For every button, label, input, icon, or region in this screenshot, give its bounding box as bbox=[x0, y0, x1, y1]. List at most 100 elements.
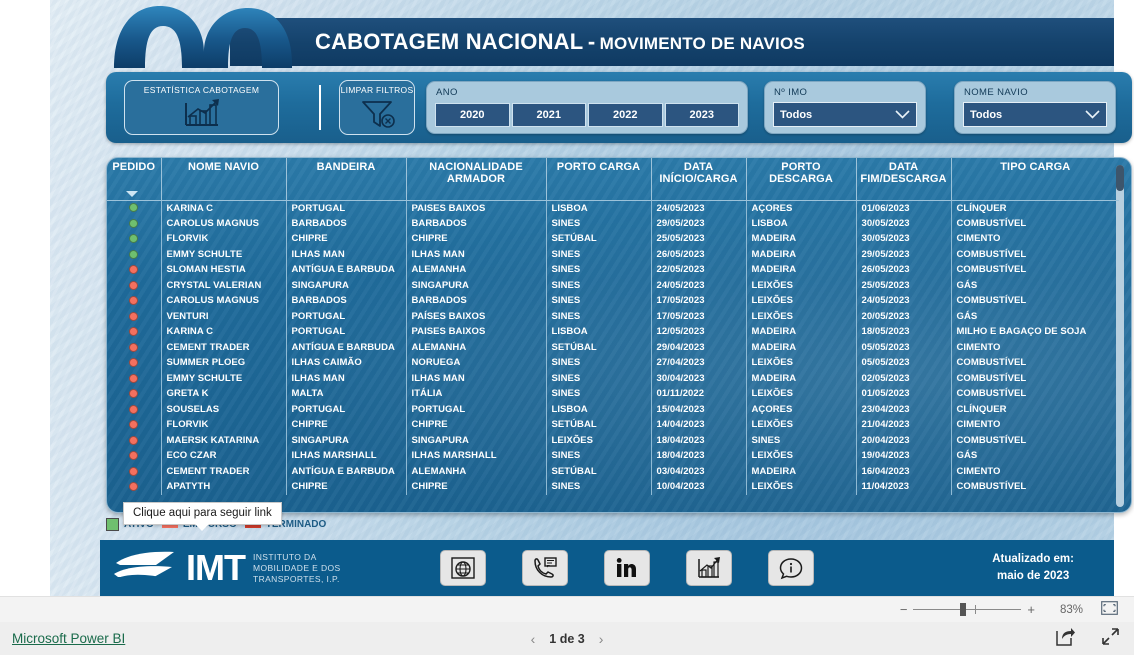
table-row[interactable]: SOUSELAS PORTUGAL PORTUGAL LISBOA 15/04/2023… bbox=[107, 401, 1119, 417]
table-row[interactable]: CRYSTAL VALERIAN SINGAPURA SINGAPURA SINES 2… bbox=[107, 277, 1119, 293]
statistics-button[interactable] bbox=[686, 550, 732, 586]
cell-porto-carga: SETÚBAL bbox=[546, 339, 652, 355]
status-dot-red bbox=[129, 451, 139, 461]
column-header-nome-navio[interactable]: NOME NAVIO bbox=[161, 158, 287, 201]
sort-descending-icon[interactable] bbox=[126, 191, 138, 197]
previous-page-button[interactable]: ‹ bbox=[531, 631, 536, 647]
cell-pedido-status[interactable] bbox=[107, 339, 162, 355]
imo-filter-dropdown[interactable]: Todos bbox=[773, 102, 917, 127]
statistics-chart-icon bbox=[184, 99, 219, 126]
cell-pedido-status[interactable] bbox=[107, 262, 162, 278]
year-button-2023[interactable]: 2023 bbox=[664, 103, 739, 127]
share-button[interactable] bbox=[1056, 627, 1075, 651]
cell-pedido-status[interactable] bbox=[107, 277, 162, 293]
table-row[interactable]: APATYTH CHIPRE CHIPRE SINES 10/04/2023 LEIXÕE… bbox=[107, 479, 1119, 495]
cell-pedido-status[interactable] bbox=[107, 246, 162, 262]
table-row[interactable]: VENTURI PORTUGAL PAÍSES BAIXOS SINES 17/05/2… bbox=[107, 308, 1119, 324]
statistics-chart-icon bbox=[698, 557, 720, 578]
column-header-tipo-carga[interactable]: TIPO CARGA bbox=[951, 158, 1119, 201]
cell-pedido-status[interactable] bbox=[107, 432, 162, 448]
globe-button[interactable] bbox=[440, 550, 486, 586]
column-header-porto-carga[interactable]: PORTO CARGA bbox=[546, 158, 652, 201]
cell-pedido-status[interactable] bbox=[107, 355, 162, 371]
column-header-data-fim-descarga[interactable]: DATA FIM/DESCARGA bbox=[856, 158, 952, 201]
cell-pedido-status[interactable] bbox=[107, 448, 162, 464]
cell-pedido-status[interactable] bbox=[107, 293, 162, 309]
column-header-data-inicio-carga[interactable]: DATA INÍCIO/CARGA bbox=[651, 158, 747, 201]
movimento-navios-table-panel: PEDIDO NOME NAVIO BANDEIRA NACIONALIDADE… bbox=[106, 157, 1132, 513]
cell-nome-navio: VENTURI bbox=[161, 308, 287, 324]
cell-data-inicio-carga: 17/05/2023 bbox=[651, 293, 747, 309]
table-row[interactable]: KARINA C PORTUGAL PAISES BAIXOS LISBOA 12/05… bbox=[107, 324, 1119, 340]
fullscreen-button[interactable] bbox=[1101, 627, 1120, 651]
page-navigation: ‹ 1 de 3 › bbox=[0, 631, 1134, 647]
table-row[interactable]: EMMY SCHULTE ILHAS MAN ILHAS MAN SINES 30/04… bbox=[107, 370, 1119, 386]
cell-data-inicio-carga: 25/05/2023 bbox=[651, 231, 747, 247]
table-row[interactable]: KARINA C PORTUGAL PAISES BAIXOS LISBOA 24/05… bbox=[107, 200, 1119, 216]
table-row[interactable]: GRETA K MALTA ITÁLIA SINES 01/11/2022 LEIXÕES… bbox=[107, 386, 1119, 402]
column-header-porto-descarga[interactable]: PORTO DESCARGA bbox=[746, 158, 857, 201]
status-dot-red bbox=[129, 435, 139, 445]
bottom-bar-actions bbox=[1056, 627, 1120, 651]
fit-to-page-button[interactable] bbox=[1101, 601, 1118, 618]
cell-porto-carga: LISBOA bbox=[546, 401, 652, 417]
zoom-out-button[interactable]: − bbox=[900, 602, 908, 617]
zoom-in-button[interactable]: + bbox=[1027, 602, 1035, 617]
year-button-2022[interactable]: 2022 bbox=[588, 103, 663, 127]
cell-nacionalidade-armador: CHIPRE bbox=[406, 479, 547, 495]
cell-pedido-status[interactable] bbox=[107, 215, 162, 231]
table-row[interactable]: CAROLUS MAGNUS BARBADOS BARBADOS SINES 17/05… bbox=[107, 293, 1119, 309]
cell-data-inicio-carga: 18/04/2023 bbox=[651, 432, 747, 448]
cell-bandeira: ILHAS MARSHALL bbox=[286, 448, 407, 464]
estatistica-cabotagem-button[interactable]: ESTATÍSTICA CABOTAGEM bbox=[124, 80, 279, 135]
chevron-down-icon bbox=[1085, 110, 1100, 119]
cell-pedido-status[interactable] bbox=[107, 401, 162, 417]
table-row[interactable]: EMMY SCHULTE ILHAS MAN ILHAS MAN SINES 26/05… bbox=[107, 246, 1119, 262]
table-row[interactable]: FLORVIK CHIPRE CHIPRE SETÚBAL 25/05/2023 MADE… bbox=[107, 231, 1119, 247]
linkedin-button[interactable] bbox=[604, 550, 650, 586]
table-row[interactable]: CEMENT TRADER ANTÍGUA E BARBUDA ALEMANHA SE… bbox=[107, 463, 1119, 479]
cell-bandeira: ILHAS CAIMÃO bbox=[286, 355, 407, 371]
info-button[interactable] bbox=[768, 550, 814, 586]
zoom-slider[interactable] bbox=[913, 603, 1022, 616]
ano-filter-card: ANO 2020 2021 2022 2023 bbox=[426, 81, 748, 134]
table-row[interactable]: FLORVIK CHIPRE CHIPRE SETÚBAL 14/04/2023 LEIX… bbox=[107, 417, 1119, 433]
cell-pedido-status[interactable] bbox=[107, 200, 162, 216]
cell-nome-navio: KARINA C bbox=[161, 324, 287, 340]
table-row[interactable]: CEMENT TRADER ANTÍGUA E BARBUDA ALEMANHA SE… bbox=[107, 339, 1119, 355]
table-row[interactable]: MAERSK KATARINA SINGAPURA SINGAPURA LEIXÕES… bbox=[107, 432, 1119, 448]
cell-nome-navio: APATYTH bbox=[161, 479, 287, 495]
cell-nome-navio: CEMENT TRADER bbox=[161, 463, 287, 479]
table-row[interactable]: ECO CZAR ILHAS MARSHALL ILHAS MARSHALL SINE… bbox=[107, 448, 1119, 464]
column-header-bandeira[interactable]: BANDEIRA bbox=[286, 158, 407, 201]
table-row[interactable]: CAROLUS MAGNUS BARBADOS BARBADOS SINES 29/05… bbox=[107, 215, 1119, 231]
table-row[interactable]: SUMMER PLOEG ILHAS CAIMÃO NORUEGA SINES 27/0… bbox=[107, 355, 1119, 371]
ano-year-buttons: 2020 2021 2022 2023 bbox=[435, 103, 739, 127]
cell-tipo-carga: GÁS bbox=[956, 279, 978, 291]
zoom-slider-thumb[interactable] bbox=[960, 603, 967, 616]
table-row[interactable]: SLOMAN HESTIA ANTÍGUA E BARBUDA ALEMANHA SI… bbox=[107, 262, 1119, 278]
cell-pedido-status[interactable] bbox=[107, 463, 162, 479]
cell-data-inicio-carga: 17/05/2023 bbox=[651, 308, 747, 324]
cell-pedido-status[interactable] bbox=[107, 231, 162, 247]
cell-pedido-status[interactable] bbox=[107, 386, 162, 402]
cell-pedido-status[interactable] bbox=[107, 370, 162, 386]
column-header-nacionalidade-armador[interactable]: NACIONALIDADE ARMADOR bbox=[406, 158, 547, 201]
cell-pedido-status[interactable] bbox=[107, 308, 162, 324]
link-tooltip-text: Clique aqui para seguir link bbox=[133, 507, 272, 519]
last-updated-value: maio de 2023 bbox=[996, 570, 1070, 582]
cell-nome-navio: GRETA K bbox=[161, 386, 287, 402]
nome-navio-filter-dropdown[interactable]: Todos bbox=[963, 102, 1107, 127]
cell-data-inicio-carga: 14/04/2023 bbox=[651, 417, 747, 433]
cell-pedido-status[interactable] bbox=[107, 417, 162, 433]
next-page-button[interactable]: › bbox=[599, 631, 604, 647]
imo-filter-value: Todos bbox=[780, 108, 813, 121]
limpar-filtros-button[interactable]: LIMPAR FILTROS bbox=[339, 80, 415, 135]
cell-bandeira: SINGAPURA bbox=[286, 277, 407, 293]
cell-nacionalidade-armador: ILHAS MARSHALL bbox=[406, 448, 547, 464]
cell-pedido-status[interactable] bbox=[107, 479, 162, 495]
year-button-2020[interactable]: 2020 bbox=[435, 103, 510, 127]
year-button-2021[interactable]: 2021 bbox=[511, 103, 586, 127]
cell-pedido-status[interactable] bbox=[107, 324, 162, 340]
contact-button[interactable] bbox=[522, 550, 568, 586]
